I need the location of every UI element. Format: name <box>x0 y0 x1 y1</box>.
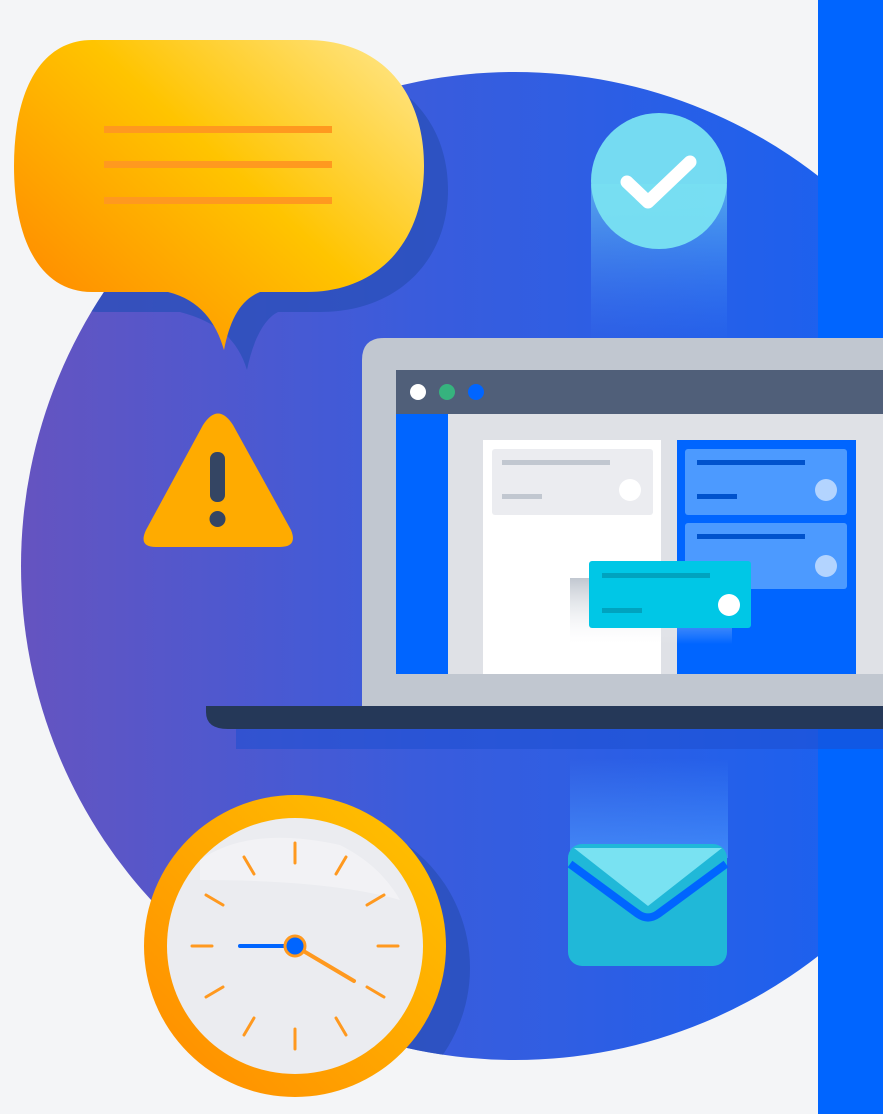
window-dot-white <box>410 384 426 400</box>
window-dot-green <box>439 384 455 400</box>
laptop-base-shadow <box>236 729 883 749</box>
window-dot-blue <box>468 384 484 400</box>
bubble-line <box>104 126 332 133</box>
bubble-line <box>104 197 332 204</box>
window-sidebar <box>396 414 448 674</box>
bubble-line <box>104 161 332 168</box>
envelope-icon <box>567 844 729 966</box>
clock-center <box>283 934 307 958</box>
clock-icon <box>144 795 446 1097</box>
laptop-base <box>206 706 883 729</box>
checkmark-icon <box>591 113 727 249</box>
illustration-canvas <box>14 0 883 1114</box>
envelope-beam <box>570 758 728 858</box>
